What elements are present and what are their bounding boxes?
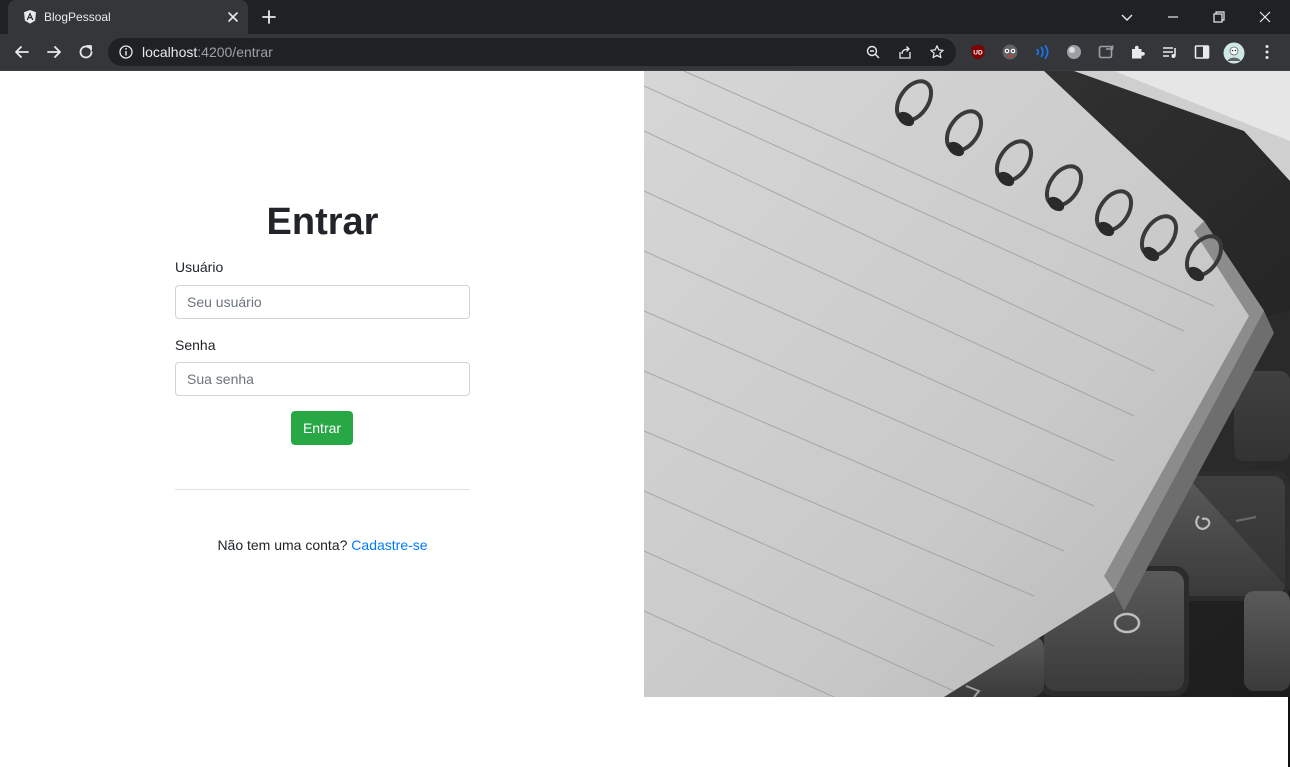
url-host: localhost [142, 44, 198, 60]
divider [175, 489, 470, 490]
chevron-down-icon[interactable] [1117, 7, 1137, 27]
kebab-menu-icon[interactable] [1258, 43, 1276, 61]
angular-icon [24, 10, 36, 24]
close-window-icon[interactable] [1255, 7, 1275, 27]
forward-icon[interactable] [44, 42, 64, 62]
url-path: :4200/entrar [197, 44, 273, 60]
svg-text:UD: UD [973, 50, 983, 57]
info-icon[interactable] [118, 44, 134, 60]
tab-title: BlogPessoal [44, 10, 111, 24]
address-bar[interactable]: localhost:4200/entrar [108, 38, 956, 66]
hero-image [644, 71, 1290, 697]
glasses-extension-icon[interactable] [1001, 43, 1019, 61]
signup-link[interactable]: Cadastre-se [351, 537, 427, 553]
media-queue-icon[interactable] [1161, 43, 1179, 61]
username-label: Usuário [175, 259, 224, 275]
url-text: localhost:4200/entrar [142, 44, 273, 60]
signup-prompt: Não tem uma conta? Cadastre-se [175, 536, 470, 554]
new-tab-icon[interactable] [260, 8, 278, 26]
zoom-out-icon[interactable] [865, 44, 881, 60]
reload-icon[interactable] [76, 42, 96, 62]
page-title: Entrar [266, 201, 379, 243]
password-input[interactable] [175, 362, 470, 396]
close-icon[interactable] [225, 9, 241, 25]
browser-toolbar: localhost:4200/entrar UD [0, 34, 1290, 71]
sphere-extension-icon[interactable] [1065, 43, 1083, 61]
back-icon[interactable] [12, 42, 32, 62]
cast-extension-icon[interactable] [1097, 43, 1115, 61]
browser-tab-strip: BlogPessoal [0, 0, 1290, 34]
minimize-icon[interactable] [1163, 7, 1183, 27]
login-button[interactable]: Entrar [291, 411, 353, 445]
username-input[interactable] [175, 285, 470, 319]
wave-extension-icon[interactable] [1033, 43, 1051, 61]
login-column: Entrar Usuário Senha Entrar Não tem uma … [0, 71, 644, 697]
star-icon[interactable] [929, 44, 945, 60]
password-label: Senha [175, 337, 216, 353]
page-content: Entrar Usuário Senha Entrar Não tem uma … [0, 71, 1290, 767]
share-icon[interactable] [897, 44, 913, 60]
profile-avatar[interactable] [1223, 42, 1245, 64]
signup-prompt-text: Não tem uma conta? [217, 537, 348, 553]
side-panel-icon[interactable] [1193, 43, 1211, 61]
browser-tab[interactable]: BlogPessoal [8, 0, 248, 34]
puzzle-icon[interactable] [1129, 43, 1147, 61]
ublock-icon[interactable]: UD [969, 43, 987, 61]
restore-icon[interactable] [1209, 7, 1229, 27]
notebook-keyboard-photo [644, 71, 1290, 697]
